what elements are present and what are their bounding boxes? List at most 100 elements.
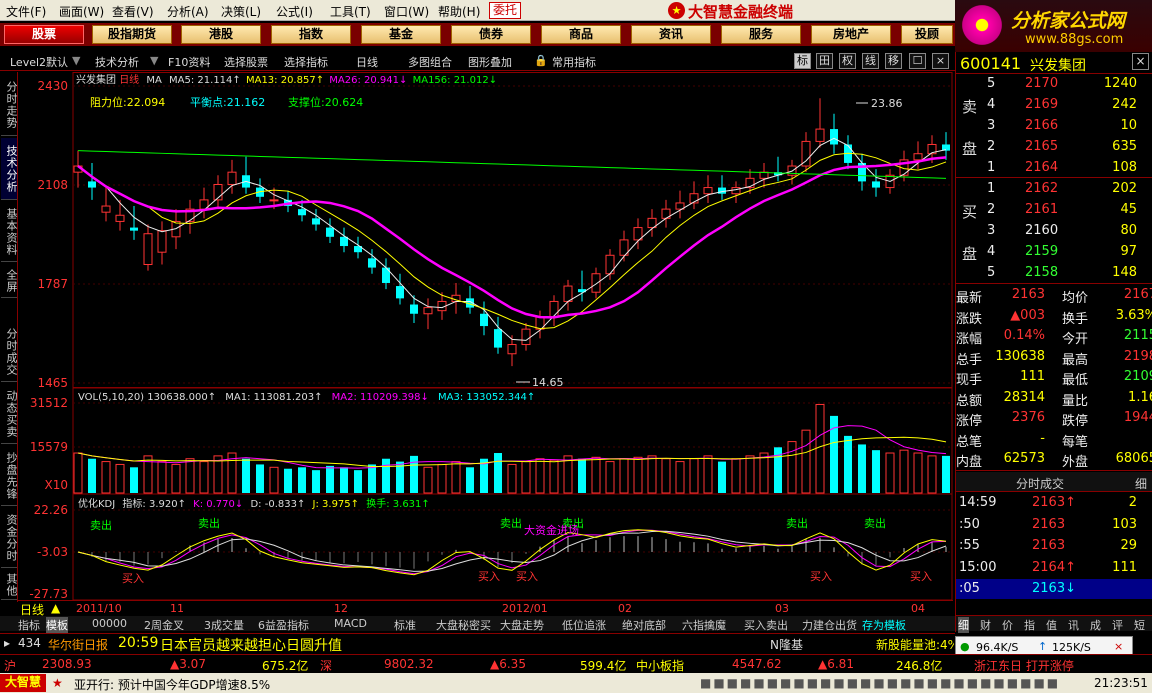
candle-body[interactable] [480, 313, 488, 327]
tab-pioneer[interactable]: 抄盘先锋 [1, 446, 18, 506]
tab-fundamentals[interactable]: 基本资料 [1, 202, 18, 262]
app-button[interactable]: 大智慧 [0, 674, 46, 692]
mark-button[interactable]: 标 [794, 53, 811, 69]
cat-fund[interactable]: 基金 [361, 25, 441, 44]
tab-six-index[interactable]: 六指擒魔 [682, 617, 726, 633]
qtab-news[interactable]: 讯 [1068, 617, 1079, 633]
candle-body[interactable] [507, 344, 517, 355]
tab-fullscreen[interactable]: 全屏 [1, 264, 18, 298]
candle-body[interactable] [115, 214, 125, 222]
menu-screen[interactable]: 画面(W) [59, 3, 104, 20]
cat-realestate[interactable]: 房地产 [811, 25, 891, 44]
candle-body[interactable] [830, 129, 838, 145]
close-icon[interactable]: × [932, 53, 949, 69]
grid-icon[interactable]: 田 [816, 53, 833, 69]
menu-file[interactable]: 文件(F) [6, 3, 46, 20]
common-indicator-button[interactable]: 常用指标 [552, 54, 596, 70]
candle-body[interactable] [913, 153, 923, 161]
rights-button[interactable]: 权 [839, 53, 856, 69]
tab-other[interactable]: 其他 [1, 570, 18, 600]
cat-index-futures[interactable]: 股指期货 [92, 25, 172, 44]
cat-service[interactable]: 服务 [721, 25, 801, 44]
candle-body[interactable] [410, 304, 418, 314]
box-icon[interactable]: ☐ [909, 53, 926, 69]
menu-formula[interactable]: 公式(I) [276, 3, 313, 20]
f10-button[interactable]: F10资料 [168, 54, 210, 70]
tab-indicator[interactable]: 指标 [18, 617, 40, 633]
candle-body[interactable] [143, 233, 153, 266]
qtab-review[interactable]: 评 [1112, 617, 1123, 633]
candle-body[interactable] [269, 199, 279, 202]
qtab-short[interactable]: 短 [1134, 617, 1145, 633]
delegate-button[interactable]: 委托 [489, 2, 521, 19]
cat-news[interactable]: 资讯 [631, 25, 711, 44]
tab-bottom[interactable]: 绝对底部 [622, 617, 666, 633]
menu-tools[interactable]: 工具(T) [330, 3, 371, 20]
ticks-detail-tab[interactable]: 细 [1135, 475, 1147, 492]
close-icon[interactable]: × [1132, 53, 1149, 70]
candle-body[interactable] [368, 258, 376, 268]
close-icon[interactable]: × [1114, 640, 1123, 653]
candle-body[interactable] [312, 218, 320, 225]
candle-body[interactable] [731, 187, 741, 195]
candle-body[interactable] [718, 187, 726, 194]
news-headline[interactable]: 日本官员越来越担心日圆升值 [160, 635, 342, 655]
overlay-button[interactable]: 图形叠加 [468, 54, 512, 70]
multi-chart-button[interactable]: 多图组合 [408, 54, 452, 70]
tab-dynamic-orders[interactable]: 动态买卖 [1, 384, 18, 444]
candle-body[interactable] [130, 227, 138, 231]
tab-00000[interactable]: 00000 [92, 617, 127, 630]
tab-tick-trades[interactable]: 分时成交 [1, 322, 18, 382]
save-template-button[interactable]: 存为模板 [862, 617, 906, 633]
cat-commodity[interactable]: 商品 [541, 25, 621, 44]
candle-body[interactable] [326, 227, 334, 237]
qtab-detail[interactable]: 细 [958, 617, 969, 633]
period-button[interactable]: 日线 [356, 54, 378, 70]
cat-index[interactable]: 指数 [271, 25, 351, 44]
menu-decision[interactable]: 决策(L) [221, 3, 261, 20]
cat-stock[interactable]: 股票 [4, 25, 84, 44]
menu-view[interactable]: 查看(V) [112, 3, 154, 20]
cat-bond[interactable]: 债券 [451, 25, 531, 44]
tab-profit[interactable]: 6益盈指标 [258, 617, 309, 633]
qtab-value[interactable]: 值 [1046, 617, 1057, 633]
tech-analysis-button[interactable]: 技术分析 [95, 54, 139, 70]
candle-body[interactable] [382, 267, 390, 283]
tab-market-trend[interactable]: 大盘走势 [500, 617, 544, 633]
select-stock-button[interactable]: 选择股票 [224, 54, 268, 70]
tab-timeshare[interactable]: 分时走势 [1, 74, 18, 136]
tab-technical[interactable]: 技术分析 [1, 138, 18, 200]
tab-build-position[interactable]: 力建仓出货 [802, 617, 857, 633]
news-ticker[interactable]: ▸ 434 华尔街日报 20:59 日本官员越来越担心日圆升值 N隆基 新股能量… [0, 633, 955, 655]
candle-body[interactable] [815, 128, 825, 142]
candle-body[interactable] [396, 286, 404, 299]
candle-body[interactable] [549, 300, 559, 318]
candle-body[interactable] [494, 329, 502, 348]
tab-low-chase[interactable]: 低位追涨 [562, 617, 606, 633]
line-button[interactable]: 线 [862, 53, 879, 69]
qtab-finance[interactable]: 财 [980, 617, 991, 633]
qtab-deal[interactable]: 成 [1090, 617, 1101, 633]
candle-body[interactable] [703, 187, 713, 195]
move-button[interactable]: 移 [885, 53, 902, 69]
candle-body[interactable] [872, 181, 880, 188]
candle-body[interactable] [563, 285, 573, 302]
lock-icon[interactable]: 🔒 [534, 54, 548, 67]
candle-body[interactable] [423, 307, 433, 315]
tab-2week-cross[interactable]: 2周金叉 [144, 617, 184, 633]
tab-macd[interactable]: MACD [334, 617, 367, 630]
cat-advisor[interactable]: 投顾 [901, 25, 953, 44]
qtab-price[interactable]: 价 [1002, 617, 1013, 633]
tab-standard[interactable]: 标准 [394, 617, 416, 633]
tab-fund-timeshare[interactable]: 资金分时 [1, 508, 18, 568]
candle-body[interactable] [157, 230, 167, 253]
candle-body[interactable] [591, 273, 601, 293]
level2-selector[interactable]: Level2默认 [10, 54, 68, 70]
scroll-news[interactable]: 浙江东日 打开涨停 [974, 657, 1074, 674]
candle-body[interactable] [101, 205, 111, 213]
cat-hk[interactable]: 港股 [181, 25, 261, 44]
status-news[interactable]: 亚开行: 预计中国今年GDP增速8.5% [74, 676, 270, 693]
candle-body[interactable] [521, 328, 531, 346]
menu-help[interactable]: 帮助(H) [438, 3, 480, 20]
candle-body[interactable] [88, 181, 96, 188]
